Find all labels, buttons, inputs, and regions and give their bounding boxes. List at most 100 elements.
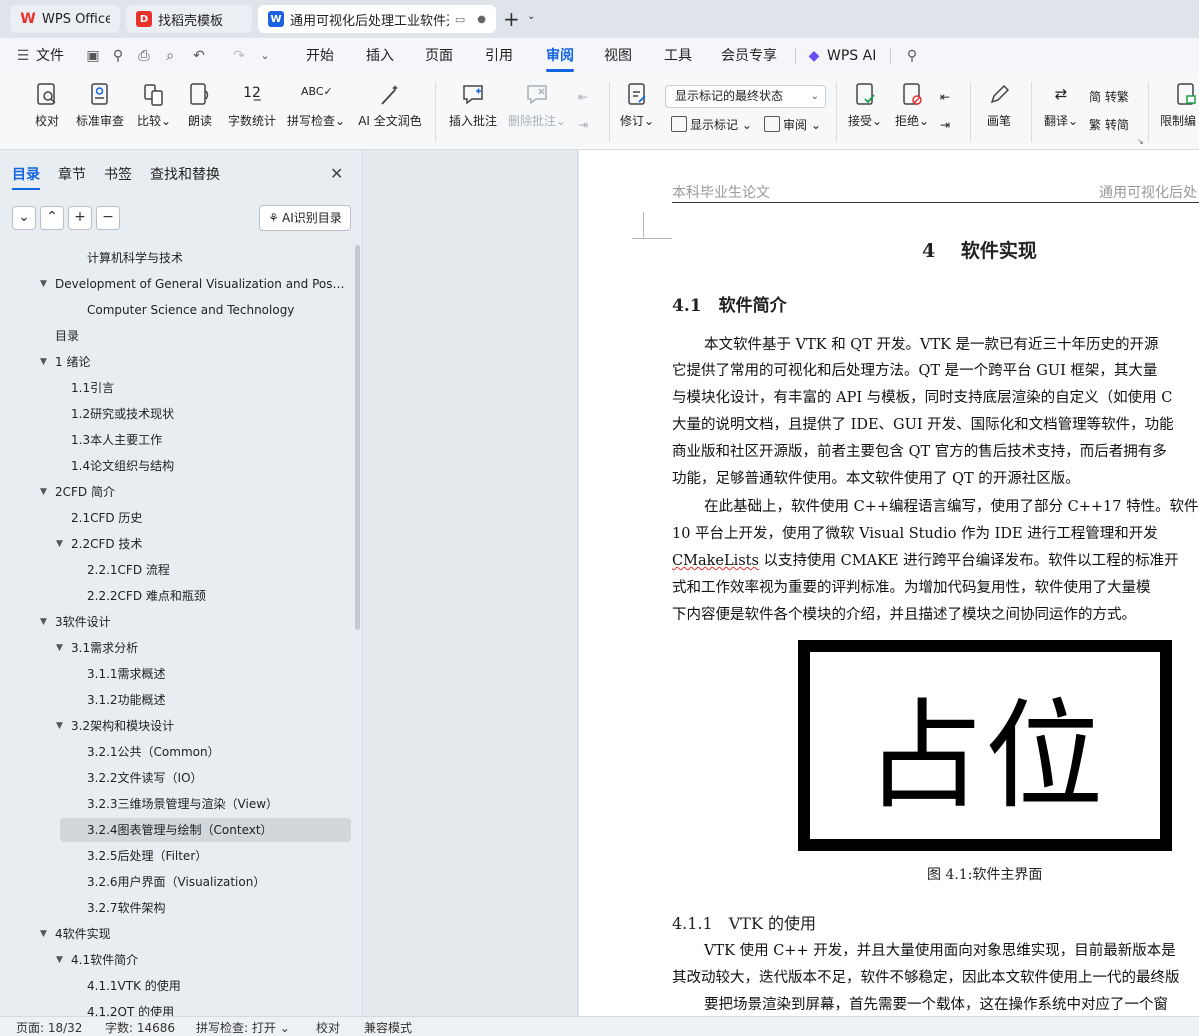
menu-membership[interactable]: 会员专享: [721, 38, 777, 74]
to-traditional-button[interactable]: 简 转繁: [1089, 88, 1129, 106]
toc-item[interactable]: 3.2架构和模块设计: [71, 714, 345, 738]
word-count-button[interactable]: 12̲ 字数统计: [227, 82, 277, 129]
toc-item[interactable]: Computer Science and Technology: [87, 298, 345, 322]
print-icon[interactable]: ⎙: [135, 47, 153, 65]
tab-find-replace[interactable]: 查找和替换: [150, 164, 220, 184]
toc-item[interactable]: 目录: [55, 324, 345, 348]
toc-item[interactable]: 3.1需求分析: [71, 636, 345, 660]
show-markup-button[interactable]: 显示标记 ⌄: [671, 116, 752, 134]
pen-button[interactable]: 画笔: [985, 82, 1013, 129]
reject-button[interactable]: 拒绝⌄: [893, 82, 931, 129]
tab-chapters[interactable]: 章节: [58, 164, 86, 184]
toc-item[interactable]: 3.2.3三维场景管理与渲染（View）: [87, 792, 345, 816]
tab-document[interactable]: W 通用可视化后处理工业软件开 ▭ ●: [258, 5, 496, 33]
close-icon[interactable]: ✕: [330, 164, 343, 183]
toc-item[interactable]: 3.1.1需求概述: [87, 662, 345, 686]
share-icon[interactable]: ⚲: [109, 47, 127, 65]
document-page[interactable]: 本科毕业生论文 通用可视化后处 4 软件实现 4.1 软件简介 本文软件基于 V…: [579, 150, 1199, 1016]
standard-review-button[interactable]: 标准审查: [76, 82, 124, 129]
expand-all-button[interactable]: +: [68, 206, 92, 230]
word-count-indicator[interactable]: 字数: 14686: [105, 1019, 175, 1036]
track-changes-button[interactable]: 修订⌄: [618, 82, 656, 129]
collapse-up-button[interactable]: ⌃: [40, 206, 64, 230]
accept-button[interactable]: 接受⌄: [846, 82, 884, 129]
menu-page[interactable]: 页面: [425, 38, 453, 74]
menu-review[interactable]: 审阅: [546, 38, 574, 74]
tab-toc[interactable]: 目录: [12, 164, 40, 190]
toc-item[interactable]: 3.2.7软件架构: [87, 896, 345, 920]
toc-item[interactable]: 3.2.2文件读写（IO）: [87, 766, 345, 790]
expand-caret-icon[interactable]: ▼: [40, 922, 47, 946]
tab-template[interactable]: D 找稻壳模板: [126, 5, 252, 33]
expand-caret-icon[interactable]: ▼: [40, 610, 47, 634]
spell-check-indicator[interactable]: 拼写检查: 打开 ⌄: [196, 1019, 290, 1036]
delete-comment-button[interactable]: 删除批注⌄: [508, 82, 566, 129]
next-comment-icon[interactable]: ⇥: [578, 116, 588, 134]
insert-comment-button[interactable]: 插入批注: [448, 82, 498, 129]
print-preview-icon[interactable]: ⌕: [161, 47, 179, 65]
ai-toc-button[interactable]: ⚘ AI识别目录: [259, 205, 351, 231]
toc-item[interactable]: 4.1软件简介: [71, 948, 345, 972]
menu-home[interactable]: 开始: [306, 38, 334, 74]
translate-button[interactable]: ⇄ 翻译⌄: [1042, 82, 1080, 129]
new-tab-button[interactable]: +: [503, 6, 520, 32]
toc-item[interactable]: 3.2.1公共（Common）: [87, 740, 345, 764]
toc-item[interactable]: 2.2CFD 技术: [71, 532, 345, 556]
menu-view[interactable]: 视图: [604, 38, 632, 74]
figure-placeholder-image[interactable]: 占位: [798, 640, 1172, 851]
redo-icon[interactable]: ↷: [230, 47, 248, 65]
spelling-flagged-word[interactable]: CMakeLists: [672, 553, 759, 569]
menu-references[interactable]: 引用: [485, 38, 513, 74]
proofread-button[interactable]: 校对: [33, 82, 61, 129]
toc-item[interactable]: 2.2.2CFD 难点和瓶颈: [87, 584, 345, 608]
next-change-icon[interactable]: ⇥: [940, 116, 950, 134]
tab-bookmarks[interactable]: 书签: [104, 164, 132, 184]
toc-item[interactable]: 4.1.1VTK 的使用: [87, 974, 345, 998]
expand-caret-icon[interactable]: ▼: [56, 636, 63, 660]
review-pane-button[interactable]: 审阅 ⌄: [764, 116, 821, 134]
expand-caret-icon[interactable]: ▼: [56, 532, 63, 556]
menu-wps-ai[interactable]: WPS AI: [827, 38, 876, 74]
spell-check-button[interactable]: ABC✓ 拼写检查⌄: [287, 82, 345, 129]
collapse-down-button[interactable]: ⌄: [12, 206, 36, 230]
monitor-icon[interactable]: ▭: [455, 13, 465, 26]
toc-item[interactable]: 3.2.5后处理（Filter）: [87, 844, 345, 868]
toc-item[interactable]: 3.1.2功能概述: [87, 688, 345, 712]
toc-item[interactable]: 1.3本人主要工作: [71, 428, 345, 452]
toc-scrollbar[interactable]: [355, 245, 360, 630]
restrict-edit-button[interactable]: 限制编: [1160, 82, 1199, 129]
compare-button[interactable]: 比较⌄: [135, 82, 173, 129]
toc-item[interactable]: 2.2.1CFD 流程: [87, 558, 345, 582]
tab-wps-office[interactable]: W WPS Office: [10, 5, 120, 33]
markup-display-select[interactable]: 显示标记的最终状态 ⌄: [665, 85, 826, 108]
toc-item[interactable]: Development of General Visualization and…: [55, 272, 345, 296]
expand-caret-icon[interactable]: ▼: [56, 948, 63, 972]
toc-item[interactable]: 1.1引言: [71, 376, 345, 400]
read-aloud-button[interactable]: 朗读: [187, 82, 213, 129]
toc-item[interactable]: 4软件实现: [55, 922, 345, 946]
to-simplified-button[interactable]: 繁 转简: [1089, 116, 1129, 134]
toc-item[interactable]: 3.2.6用户界面（Visualization）: [87, 870, 345, 894]
collapse-all-button[interactable]: −: [96, 206, 120, 230]
menu-file[interactable]: 文件: [36, 38, 64, 74]
more-chevron-icon[interactable]: ⌄: [256, 47, 274, 65]
expand-caret-icon[interactable]: ▼: [40, 272, 47, 296]
menu-insert[interactable]: 插入: [366, 38, 394, 74]
toc-item[interactable]: 1.4论文组织与结构: [71, 454, 345, 478]
toc-item[interactable]: 计算机科学与技术: [87, 246, 345, 270]
ai-polish-button[interactable]: AI 全文润色: [357, 82, 423, 129]
chevron-down-icon[interactable]: ⌄: [527, 11, 535, 22]
toc-item[interactable]: 2.1CFD 历史: [71, 506, 345, 530]
save-icon[interactable]: ▣: [84, 47, 102, 65]
menu-tools[interactable]: 工具: [664, 38, 692, 74]
expand-caret-icon[interactable]: ▼: [40, 350, 47, 374]
prev-change-icon[interactable]: ⇤: [940, 88, 950, 106]
toc-item[interactable]: 1 绪论: [55, 350, 345, 374]
hamburger-icon[interactable]: ☰: [14, 47, 32, 65]
prev-comment-icon[interactable]: ⇤: [578, 88, 588, 106]
toc-item[interactable]: 2CFD 简介: [55, 480, 345, 504]
expand-caret-icon[interactable]: ▼: [40, 480, 47, 504]
undo-icon[interactable]: ↶: [190, 47, 208, 65]
toc-item[interactable]: 3软件设计: [55, 610, 345, 634]
expand-caret-icon[interactable]: ▼: [56, 714, 63, 738]
